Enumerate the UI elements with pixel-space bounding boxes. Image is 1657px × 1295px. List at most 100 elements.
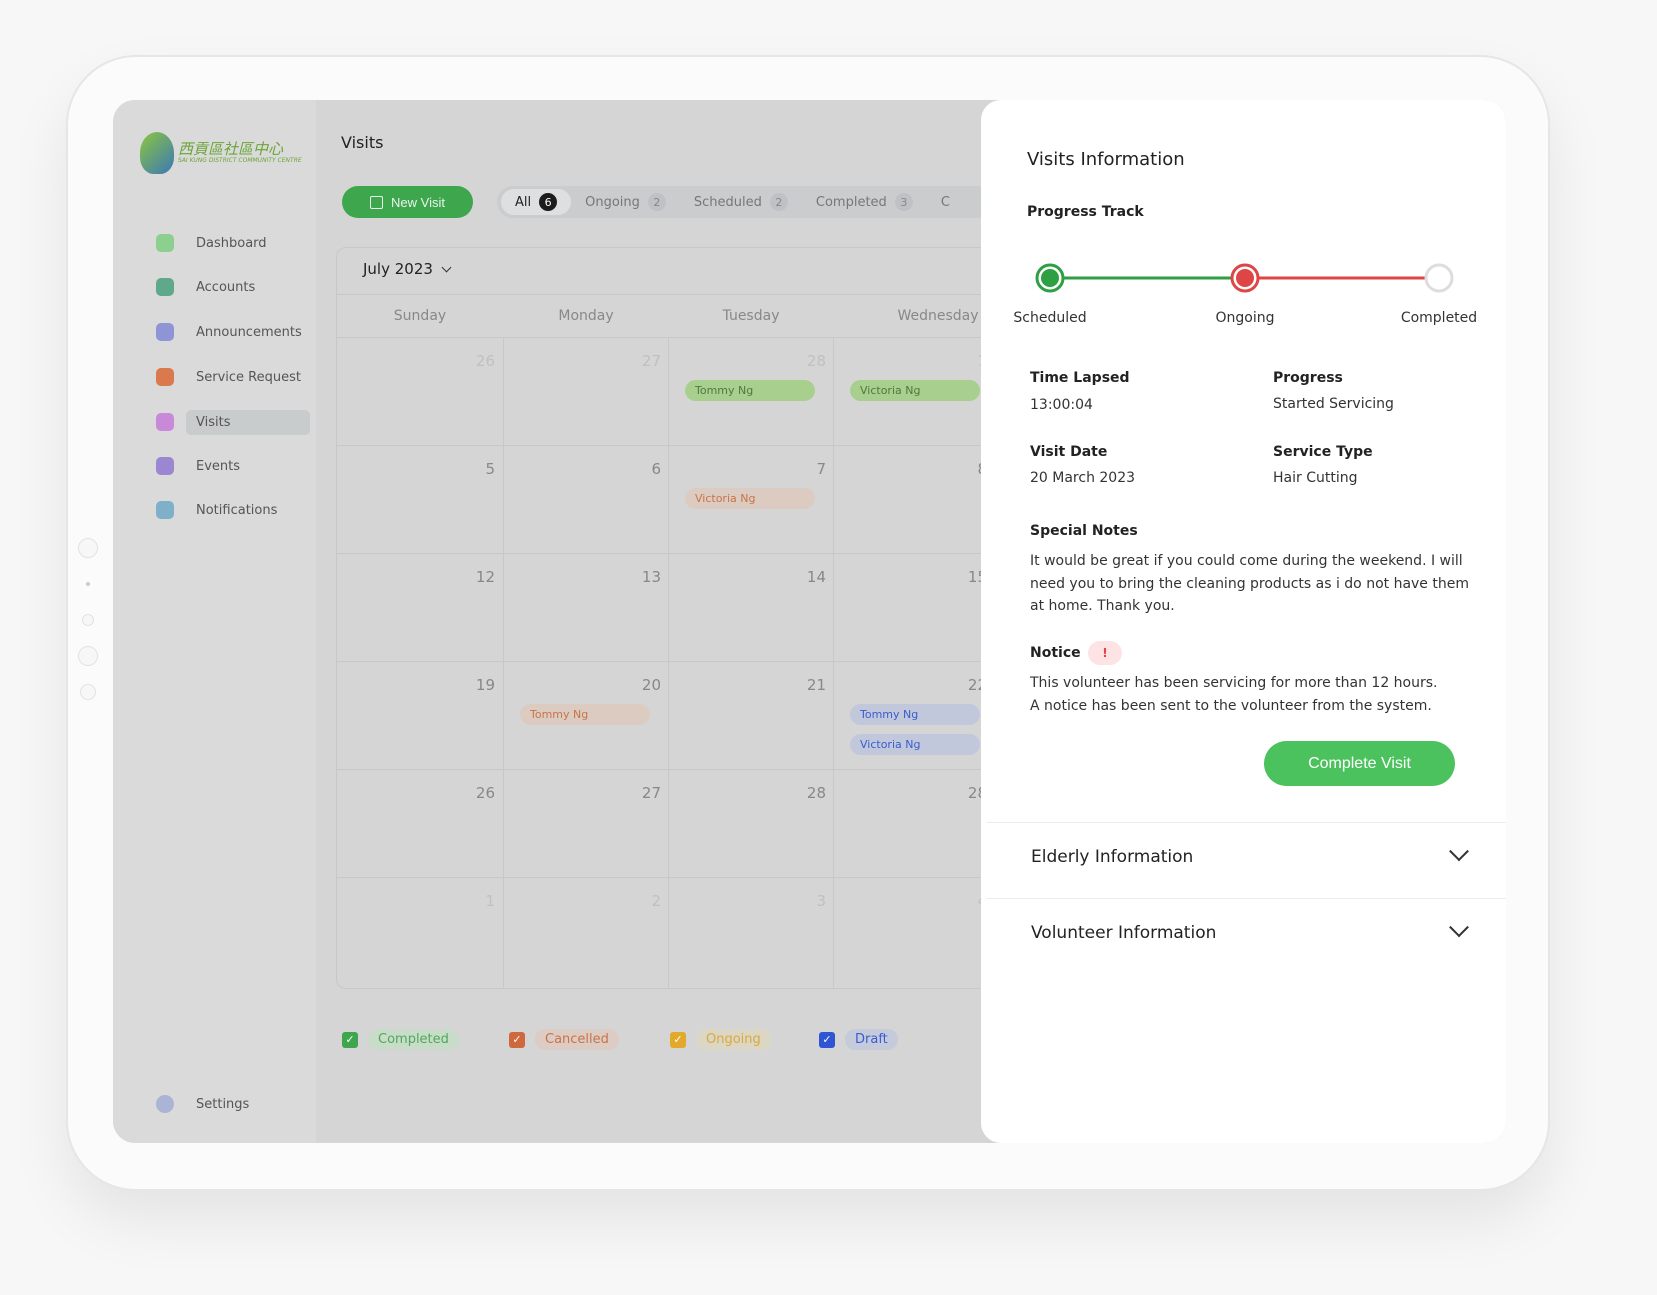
- checkbox-checked-icon[interactable]: ✓: [819, 1031, 835, 1048]
- complete-visit-button[interactable]: Complete Visit: [1264, 741, 1455, 786]
- home-icon: [156, 234, 174, 252]
- calendar-day[interactable]: 20 Tommy Ng: [503, 661, 669, 781]
- day-number: 6: [651, 460, 661, 478]
- checkbox-checked-icon[interactable]: ✓: [509, 1031, 525, 1048]
- sidebar-item-announcements[interactable]: Announcements: [156, 319, 302, 345]
- sidebar-item-settings[interactable]: Settings: [156, 1091, 249, 1117]
- calendar-day[interactable]: 6: [503, 445, 669, 565]
- sidebar-item-events[interactable]: Events: [156, 453, 240, 479]
- progress-label: Progress: [1273, 370, 1343, 386]
- divider: [987, 898, 1506, 899]
- tab-label: Ongoing: [585, 194, 640, 210]
- tab-completed[interactable]: Completed 3: [802, 189, 927, 215]
- service-type-value: Hair Cutting: [1273, 470, 1358, 486]
- calendar-day[interactable]: 28: [668, 769, 834, 889]
- calendar-day[interactable]: 27: [503, 337, 669, 457]
- day-number: 20: [641, 676, 661, 694]
- sidebar-item-visits[interactable]: Visits: [156, 409, 310, 435]
- tab-c[interactable]: C: [927, 189, 964, 215]
- calendar-day[interactable]: 1: [337, 877, 503, 988]
- sidebar-item-service-request[interactable]: Service Request: [156, 364, 301, 390]
- calendar-day[interactable]: 21: [668, 661, 834, 781]
- progress-track-label: Progress Track: [1027, 204, 1144, 220]
- calendar-day[interactable]: 26: [337, 769, 503, 889]
- day-number: 19: [475, 676, 495, 694]
- volunteer-information-accordion[interactable]: Volunteer Information: [1031, 917, 1469, 943]
- visit-event[interactable]: Victoria Ng: [850, 380, 980, 401]
- legend-completed[interactable]: ✓ Completed: [342, 1029, 459, 1050]
- legend-label: Completed: [368, 1029, 459, 1050]
- panel-title: Visits Information: [1027, 149, 1185, 170]
- tab-all[interactable]: All 6: [501, 189, 572, 215]
- sidebar-item-dashboard[interactable]: Dashboard: [156, 230, 267, 256]
- sidebar-item-accounts[interactable]: Accounts: [156, 274, 255, 300]
- gear-icon: [156, 1095, 174, 1113]
- calendar-day[interactable]: 14: [668, 553, 834, 673]
- day-number: 1: [485, 892, 495, 910]
- visit-event[interactable]: Victoria Ng: [850, 734, 980, 755]
- calendar-day[interactable]: 28 Tommy Ng: [668, 337, 834, 457]
- service-type-label: Service Type: [1273, 444, 1373, 460]
- new-visit-button[interactable]: New Visit: [342, 186, 473, 218]
- sensor-dot: [82, 614, 94, 626]
- calendar-day[interactable]: 5: [337, 445, 503, 565]
- progress-step-label: Completed: [1400, 310, 1478, 326]
- month-selector[interactable]: July 2023: [363, 260, 452, 278]
- calendar-day[interactable]: 12: [337, 553, 503, 673]
- day-number: 27: [641, 784, 661, 802]
- legend-cancelled[interactable]: ✓ Cancelled: [509, 1029, 619, 1050]
- tab-scheduled[interactable]: Scheduled 2: [680, 189, 802, 215]
- tab-ongoing[interactable]: Ongoing 2: [571, 189, 680, 215]
- bell-icon: [156, 501, 174, 519]
- checkbox-checked-icon[interactable]: ✓: [670, 1031, 686, 1048]
- calendar-day[interactable]: 2: [503, 877, 669, 988]
- day-number: 21: [806, 676, 826, 694]
- visit-event[interactable]: Tommy Ng: [685, 380, 815, 401]
- day-number: 27: [641, 352, 661, 370]
- sidebar-item-label: Events: [196, 458, 241, 474]
- visit-event[interactable]: Victoria Ng: [685, 488, 815, 509]
- progress-step-ongoing: [1230, 263, 1260, 293]
- legend-ongoing[interactable]: ✓ Ongoing: [670, 1029, 771, 1050]
- tab-count-badge: 2: [769, 193, 788, 211]
- progress-value: Started Servicing: [1273, 396, 1394, 412]
- calendar-day[interactable]: 26: [337, 337, 503, 457]
- notice-text-line: A notice has been sent to the volunteer …: [1030, 698, 1432, 714]
- visit-info-panel: Visits Information Progress Track Schedu…: [981, 100, 1506, 1143]
- sidebar-item-label: Notifications: [196, 502, 278, 518]
- sidebar-item-notifications[interactable]: Notifications: [156, 497, 277, 523]
- time-lapsed-value: 13:00:04: [1030, 397, 1093, 413]
- elderly-information-accordion[interactable]: Elderly Information: [1031, 841, 1469, 867]
- logo-mark: [140, 132, 174, 174]
- chevron-down-icon: [1449, 917, 1469, 938]
- visit-event[interactable]: Tommy Ng: [520, 704, 650, 725]
- calendar-day[interactable]: 19: [337, 661, 503, 781]
- visit-event[interactable]: Tommy Ng: [850, 704, 980, 725]
- calendar-day[interactable]: 13: [503, 553, 669, 673]
- calendar-icon: [370, 195, 384, 209]
- megaphone-icon: [156, 323, 174, 341]
- progress-step-scheduled: [1035, 263, 1065, 293]
- calendar-icon: [156, 413, 174, 431]
- progress-step-label: Scheduled: [1013, 310, 1087, 326]
- tab-label: C: [940, 194, 950, 210]
- sidebar-item-label: Settings: [196, 1096, 250, 1112]
- accordion-title: Volunteer Information: [1031, 923, 1217, 943]
- divider: [987, 822, 1506, 823]
- accordion-title: Elderly Information: [1031, 847, 1194, 867]
- people-icon: [156, 457, 174, 475]
- sensor-dot: [86, 582, 90, 586]
- day-number: 7: [816, 460, 826, 478]
- sidebar-item-label: Announcements: [196, 324, 302, 340]
- calendar-day[interactable]: 7 Victoria Ng: [668, 445, 834, 565]
- legend-draft[interactable]: ✓ Draft: [819, 1029, 898, 1050]
- tab-label: All: [515, 194, 532, 210]
- tab-label: Scheduled: [693, 194, 762, 210]
- day-number: 28: [806, 784, 826, 802]
- sidebar-item-label: Visits: [186, 409, 310, 435]
- calendar-day[interactable]: 3: [668, 877, 834, 988]
- tab-count-badge: 6: [539, 193, 558, 211]
- checkbox-checked-icon[interactable]: ✓: [342, 1031, 358, 1048]
- sidebar-item-label: Accounts: [196, 279, 256, 295]
- calendar-day[interactable]: 27: [503, 769, 669, 889]
